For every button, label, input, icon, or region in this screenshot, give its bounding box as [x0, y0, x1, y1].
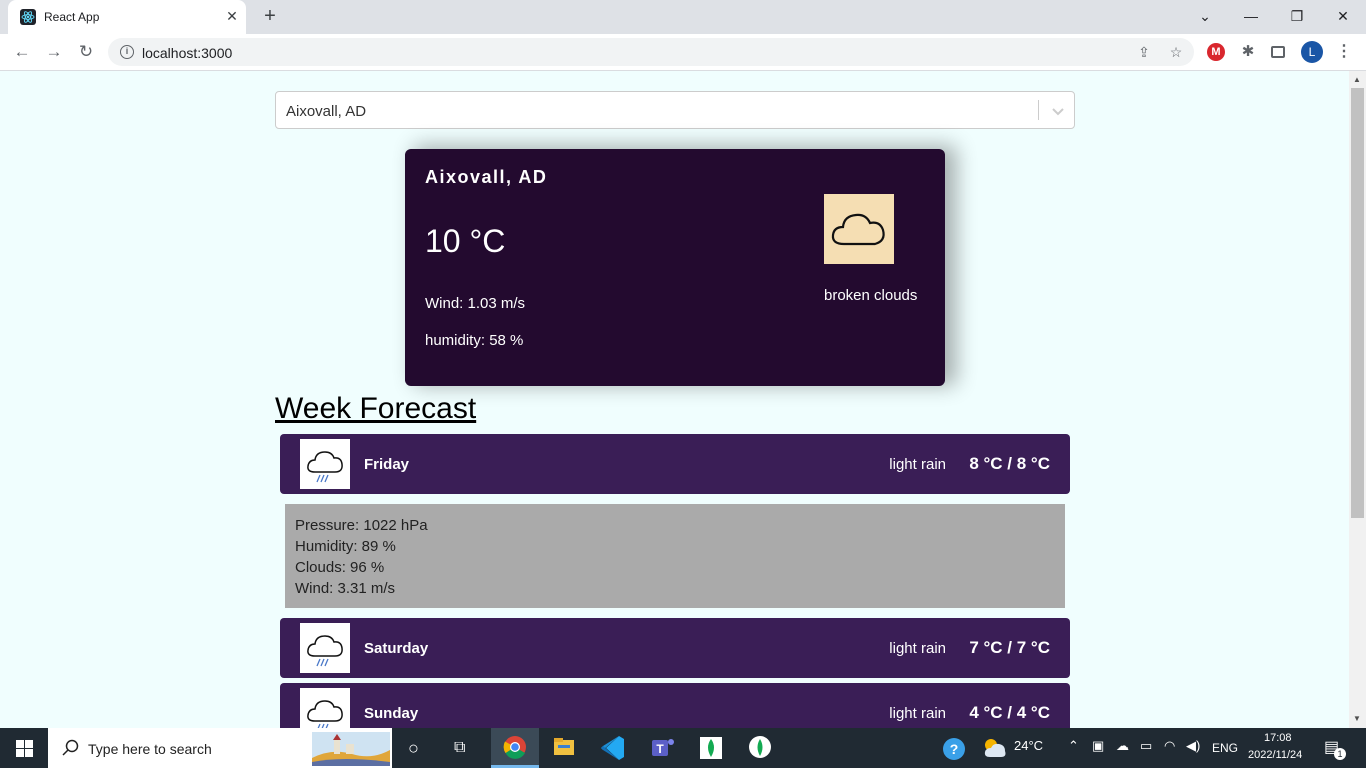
details-humidity: Humidity: 89 % — [295, 538, 396, 555]
windows-taskbar: Type here to search ○ ⧉ T ? 24°C ⌃ ▣ ☁ ▭… — [0, 728, 1366, 768]
meet-now-icon[interactable]: ▣ — [1092, 738, 1104, 754]
current-city: Aixovall, AD — [425, 167, 548, 187]
week-forecast-title: Week Forecast — [275, 392, 477, 425]
current-description: broken clouds — [824, 287, 918, 304]
chrome-menu-icon[interactable]: ⋮ — [1336, 42, 1352, 62]
help-question-icon[interactable]: ? — [942, 737, 966, 761]
mongodb-leaf-icon[interactable] — [736, 728, 784, 768]
tab-close-icon[interactable]: ✕ — [224, 8, 240, 24]
vscode-icon[interactable] — [589, 728, 637, 768]
search-icon — [62, 739, 79, 756]
chrome-taskbar-icon[interactable] — [491, 728, 539, 768]
scroll-down-arrow-icon[interactable]: ▼ — [1353, 714, 1361, 723]
close-window-button[interactable]: ✕ — [1333, 6, 1353, 26]
scroll-up-arrow-icon[interactable]: ▲ — [1353, 75, 1361, 84]
mega-extension-icon[interactable]: M — [1207, 43, 1225, 61]
windows-start-icon[interactable] — [16, 740, 33, 757]
extensions-puzzle-icon[interactable]: ✱ — [1239, 43, 1257, 61]
current-temperature: 10 °C — [425, 223, 506, 259]
input-language[interactable]: ENG — [1212, 741, 1238, 755]
reload-icon[interactable]: ↻ — [76, 42, 96, 62]
react-favicon-icon — [20, 9, 36, 25]
clock-date[interactable]: 2022/11/24 — [1248, 749, 1302, 761]
rain-cloud-icon — [300, 623, 350, 673]
taskbar-search-box[interactable]: Type here to search — [48, 728, 392, 768]
svg-text:?: ? — [950, 741, 959, 757]
taskbar-search-placeholder[interactable]: Type here to search — [88, 741, 212, 757]
city-search-select[interactable]: Aixovall, AD — [275, 91, 1075, 129]
tray-overflow-chevron-icon[interactable]: ⌃ — [1068, 738, 1079, 754]
url-text[interactable]: localhost:3000 — [142, 45, 232, 61]
teams-icon[interactable]: T — [638, 728, 686, 768]
scroll-thumb[interactable] — [1351, 88, 1364, 518]
onedrive-error-icon[interactable]: ☁ — [1116, 738, 1129, 754]
chevron-down-icon[interactable] — [1048, 101, 1068, 121]
rain-cloud-icon — [300, 439, 350, 489]
current-weather-card: Aixovall, AD 10 °C Wind: 1.03 m/s humidi… — [405, 149, 945, 386]
share-icon[interactable]: ⇪ — [1136, 44, 1152, 60]
day-temperature-range: 7 °C / 7 °C — [969, 638, 1050, 657]
page-scrollbar[interactable]: ▲ ▼ — [1349, 71, 1366, 728]
cloud-icon — [824, 194, 894, 264]
details-clouds: Clouds: 96 % — [295, 559, 385, 576]
day-temperature-range: 8 °C / 8 °C — [969, 454, 1050, 473]
forecast-day-row[interactable]: Saturday light rain 7 °C / 7 °C — [280, 618, 1070, 678]
day-name: Saturday — [364, 640, 429, 657]
browser-toolbar: ← → ↻ i localhost:3000 ⇪ ☆ M ✱ L ⋮ — [0, 34, 1366, 71]
day-description: light rain — [889, 456, 946, 473]
browser-tab[interactable]: React App ✕ — [8, 0, 246, 34]
search-highlight-illustration-icon — [312, 732, 390, 766]
day-name: Friday — [364, 456, 410, 473]
file-explorer-icon[interactable] — [540, 728, 588, 768]
restore-button[interactable]: ❐ — [1287, 6, 1307, 26]
weather-sun-cloud-icon[interactable] — [982, 736, 1008, 760]
minimize-button[interactable]: — — [1241, 6, 1261, 26]
select-separator — [1038, 100, 1039, 120]
details-pressure: Pressure: 1022 hPa — [295, 517, 428, 534]
day-description: light rain — [889, 640, 946, 657]
back-arrow-icon[interactable]: ← — [12, 42, 32, 62]
taskbar-weather-temp[interactable]: 24°C — [1014, 738, 1043, 753]
tab-search-chevron-icon[interactable]: ⌄ — [1195, 6, 1215, 26]
forward-arrow-icon[interactable]: → — [44, 42, 64, 62]
day-temperature-range: 4 °C / 4 °C — [969, 703, 1050, 722]
current-wind: Wind: 1.03 m/s — [425, 295, 526, 312]
svg-text:T: T — [656, 742, 664, 756]
day-name: Sunday — [364, 705, 419, 722]
volume-icon[interactable]: ◀) — [1186, 738, 1200, 754]
mongodb-compass-icon[interactable] — [687, 728, 735, 768]
side-panel-icon[interactable] — [1271, 46, 1285, 58]
current-humidity: humidity: 58 % — [425, 332, 524, 349]
cortana-circle-icon[interactable]: ○ — [408, 738, 419, 759]
tab-title: React App — [44, 10, 100, 24]
battery-icon[interactable]: ▭ — [1140, 738, 1152, 754]
clock-time[interactable]: 17:08 — [1264, 732, 1292, 744]
selected-city[interactable]: Aixovall, AD — [286, 103, 366, 120]
site-info-icon[interactable]: i — [120, 45, 134, 59]
profile-avatar[interactable]: L — [1301, 41, 1323, 63]
new-tab-button[interactable]: + — [260, 6, 280, 26]
address-bar[interactable]: i localhost:3000 ⇪ ☆ — [108, 38, 1194, 66]
bookmark-star-icon[interactable]: ☆ — [1168, 44, 1184, 60]
forecast-day-details: Pressure: 1022 hPa Humidity: 89 % Clouds… — [285, 504, 1065, 608]
day-description: light rain — [889, 705, 946, 722]
browser-tab-bar: React App ✕ + ⌄ — ❐ ✕ — [0, 0, 1366, 34]
forecast-day-row[interactable]: Friday light rain 8 °C / 8 °C — [280, 434, 1070, 494]
task-view-icon[interactable]: ⧉ — [454, 739, 465, 757]
details-wind: Wind: 3.31 m/s — [295, 580, 396, 597]
wifi-icon[interactable]: ◠ — [1164, 738, 1175, 754]
notification-count-badge: 1 — [1334, 748, 1346, 760]
